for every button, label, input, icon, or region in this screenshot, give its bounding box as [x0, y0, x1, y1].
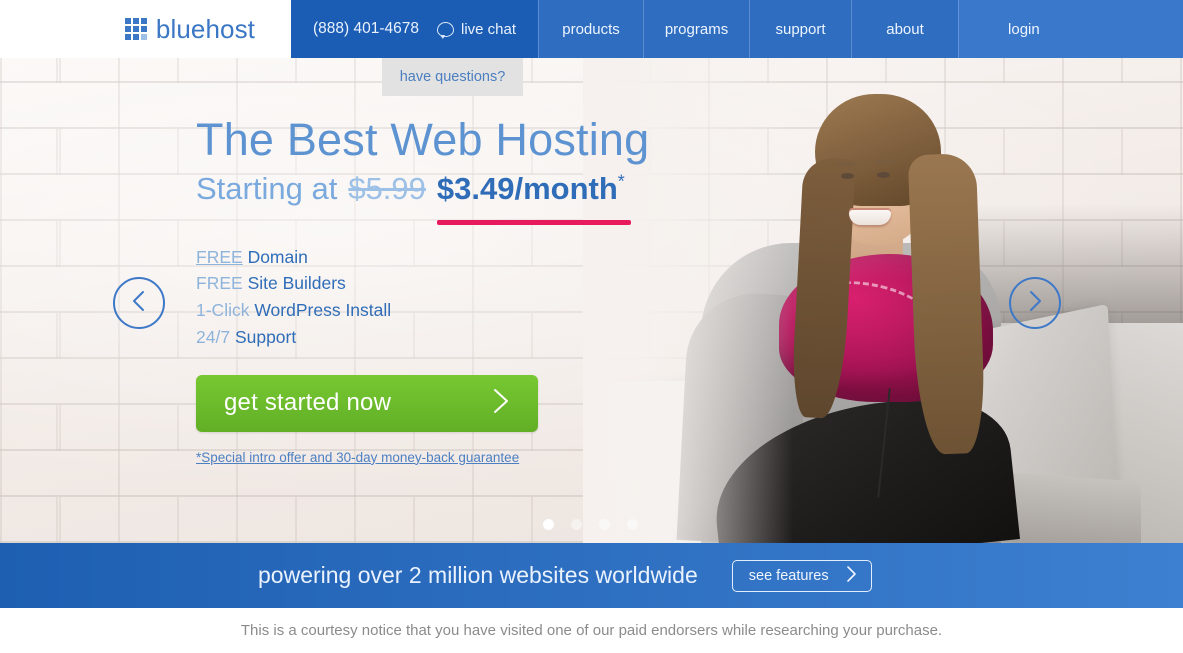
page-root: bluehost (888) 401-4678 live chat produc…: [0, 0, 1183, 653]
price-underline-accent: [436, 219, 631, 225]
phone-number[interactable]: (888) 401-4678: [313, 20, 419, 38]
feature-text: WordPress Install: [254, 300, 392, 321]
have-questions-tooltip[interactable]: have questions?: [382, 49, 523, 96]
hero-carousel: The Best Web Hosting Starting at $5.99 $…: [0, 58, 1183, 543]
new-price-group: $3.49/month*: [436, 170, 631, 225]
nav-contact-group: (888) 401-4678 live chat: [291, 0, 538, 58]
tooltip-label: have questions?: [399, 69, 506, 85]
see-features-button[interactable]: see features: [731, 559, 872, 592]
bluehost-logo[interactable]: bluehost: [124, 14, 255, 44]
mouth: [849, 210, 891, 225]
feature-key: FREE: [196, 246, 243, 267]
feature-key: 1-Click: [196, 300, 250, 321]
nav-item-programs[interactable]: programs: [643, 0, 750, 58]
see-features-label: see features: [748, 567, 829, 584]
feature-key: 24/7: [196, 326, 231, 347]
top-navigation-bar: bluehost (888) 401-4678 live chat produc…: [0, 0, 1183, 58]
old-price: $5.99: [348, 170, 426, 206]
nav-item-about[interactable]: about: [851, 0, 959, 58]
feature-text: Support: [234, 326, 297, 347]
nav-item-login[interactable]: login: [958, 0, 1183, 58]
eye-right: [877, 172, 890, 178]
brand-name: bluehost: [155, 14, 255, 44]
feature-item: 24/7 Support: [196, 324, 756, 351]
courtesy-notice-text: This is a courtesy notice that you have …: [240, 622, 943, 639]
feature-key: FREE: [196, 273, 243, 294]
cta-label: get started now: [224, 389, 392, 417]
feature-text: Site Builders: [247, 273, 346, 294]
courtesy-notice-bar: This is a courtesy notice that you have …: [0, 608, 1183, 653]
eye-left: [841, 173, 854, 179]
brand-zone: bluehost: [0, 0, 291, 58]
stats-strip: powering over 2 million websites worldwi…: [0, 543, 1183, 608]
carousel-dot-1[interactable]: [543, 519, 554, 530]
offer-fineprint-link[interactable]: *Special intro offer and 30-day money-ba…: [196, 450, 756, 465]
new-price: $3.49/month: [436, 170, 618, 206]
feature-item: FREE Domain: [196, 244, 756, 271]
carousel-prev-button[interactable]: [113, 277, 165, 329]
grid-logo-icon: [124, 18, 147, 40]
chevron-right-icon: [845, 565, 858, 587]
nav-zone: (888) 401-4678 live chat products progra…: [291, 0, 1183, 58]
hero-pricing-line: Starting at $5.99 $3.49/month*: [196, 170, 756, 225]
feature-text: Domain: [247, 246, 308, 267]
chevron-left-icon: [130, 289, 148, 318]
speech-bubble-icon: [437, 21, 454, 39]
nav-item-support[interactable]: support: [749, 0, 852, 58]
chevron-right-icon: [490, 386, 512, 421]
stats-strip-text: powering over 2 million websites worldwi…: [258, 562, 698, 588]
live-chat-label: live chat: [461, 20, 517, 38]
carousel-indicator-dots: [543, 519, 638, 530]
hero-copy: The Best Web Hosting Starting at $5.99 $…: [196, 116, 756, 465]
feature-item: FREE Site Builders: [196, 270, 756, 297]
carousel-dot-4[interactable]: [627, 519, 638, 530]
get-started-now-button[interactable]: get started now: [196, 374, 538, 432]
feature-item: 1-Click WordPress Install: [196, 297, 756, 324]
carousel-dot-3[interactable]: [599, 519, 610, 530]
stats-strip-inner: powering over 2 million websites worldwi…: [258, 559, 872, 592]
hero-feature-list: FREE Domain FREE Site Builders 1-Click W…: [196, 244, 756, 351]
nav-item-products[interactable]: products: [538, 0, 644, 58]
price-asterisk: *: [617, 171, 625, 192]
carousel-dot-2[interactable]: [571, 519, 582, 530]
carousel-next-button[interactable]: [1009, 277, 1061, 329]
starting-at-label: Starting at: [196, 170, 338, 206]
hero-headline: The Best Web Hosting: [196, 114, 650, 165]
live-chat-link[interactable]: live chat: [437, 20, 517, 39]
chevron-right-icon: [1026, 289, 1044, 318]
